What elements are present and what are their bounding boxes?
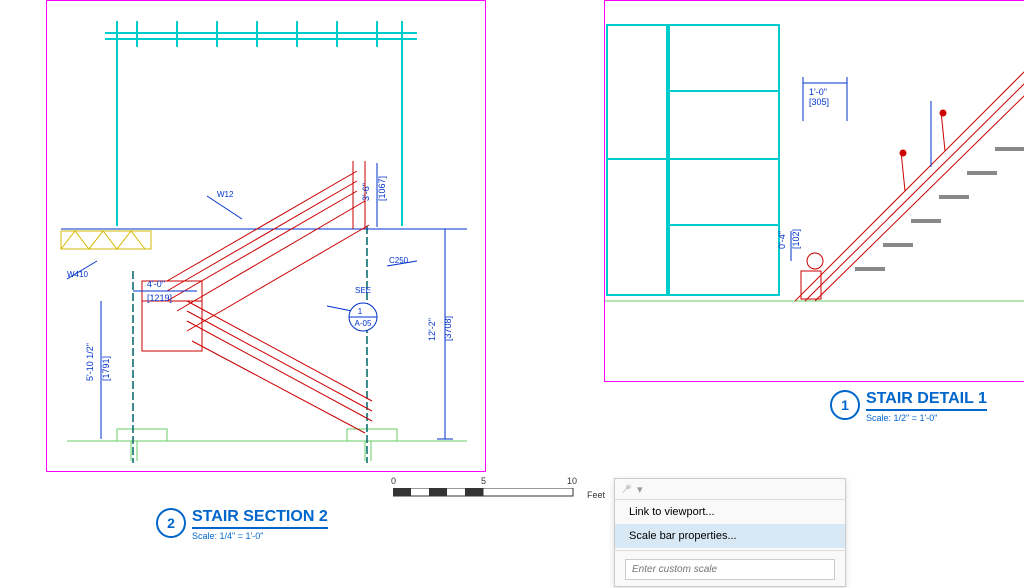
title-bubble-2: 2 [156,508,186,538]
label-see: SEE [355,286,371,295]
scale-bar-tick-10: 10 [567,476,577,486]
scale-bar-unit: Feet [587,490,605,500]
drawing-detail-1: 1'-0" [305] 0'-4" [102] [605,1,1024,381]
viewport-stair-section-2: 12'-2" [3708] 3'-6" [1067] 5'-10 1/2" [1… [46,0,486,472]
detail-ref-sheet: A-05 [355,319,372,328]
viewport-stair-detail-1: 1'-0" [305] 0'-4" [102] [604,0,1024,382]
dim-d2-mm: [102] [791,229,801,249]
menu-scale-bar-properties[interactable]: Scale bar properties... [615,524,845,548]
detail-ref-num: 1 [358,307,363,316]
title-text-1: STAIR DETAIL 1 [866,390,987,411]
custom-scale-input[interactable] [625,559,835,580]
dim-landing-w-mm: [1219] [147,293,172,303]
menu-separator [615,550,845,551]
title-bubble-1: 1 [830,390,860,420]
dim-lower-h-mm: [1791] [101,356,111,381]
title-scale-1: Scale: 1/2" = 1'-0" [866,413,987,423]
context-menu-header: ▾ [615,479,845,500]
dim-overall-height-mm: [3708] [443,316,453,341]
dim-upper-h-mm: [1067] [377,176,387,201]
label-c250: C250 [389,256,409,265]
scale-bar-graphic [393,488,577,502]
scale-bar-context-menu: ▾ Link to viewport... Scale bar properti… [614,478,846,587]
dim-lower-h: 5'-10 1/2" [85,343,95,381]
scale-bar-tick-0: 0 [391,476,396,486]
dim-upper-h: 3'-6" [361,183,371,201]
dim-d1: 1'-0" [809,87,827,97]
dim-landing-w: 4'-0" [147,279,165,289]
menu-link-to-viewport[interactable]: Link to viewport... [615,500,845,524]
title-stair-detail-1: 1 STAIR DETAIL 1 Scale: 1/2" = 1'-0" [830,390,987,423]
title-scale-2: Scale: 1/4" = 1'-0" [192,531,328,541]
wrench-icon [621,483,633,495]
drawing-section-2: 12'-2" [3708] 3'-6" [1067] 5'-10 1/2" [1… [47,1,485,471]
title-text-2: STAIR SECTION 2 [192,508,328,529]
title-stair-section-2: 2 STAIR SECTION 2 Scale: 1/4" = 1'-0" [156,508,328,541]
dim-overall-height: 12'-2" [427,318,437,341]
dim-d1-mm: [305] [809,97,829,107]
label-w410: W410 [67,270,88,279]
label-w12: W12 [217,190,234,199]
scale-bar[interactable]: 0 5 10 Feet [393,488,605,502]
scale-bar-tick-5: 5 [481,476,486,486]
dim-d2: 0'-4" [777,231,787,249]
